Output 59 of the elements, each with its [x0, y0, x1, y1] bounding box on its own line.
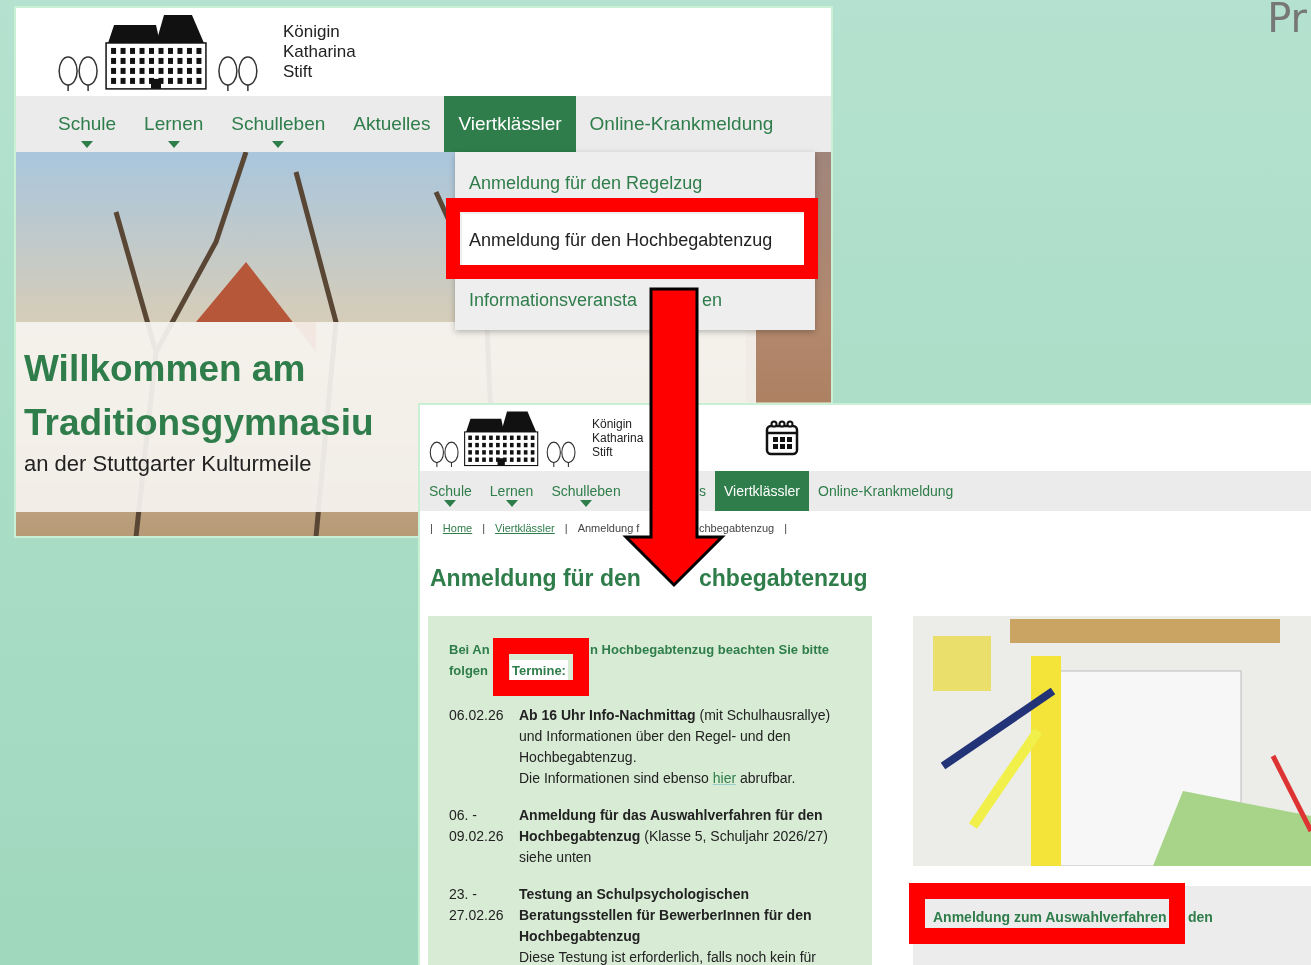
- hero-title: Traditionsgymnasiu: [24, 400, 374, 445]
- nav-item[interactable]: Lernen: [130, 96, 218, 152]
- caret-icon: [444, 500, 457, 507]
- event-description: Ab 16 Uhr Info-Nachmittag (mit Schulhausrallye) und Informationen über den Regel- und den Hochbegabtenzug.: [519, 706, 832, 767]
- nav-item[interactable]: Schule: [44, 96, 131, 152]
- intro-text: n Hochbegabtenzug beachten Sie bitte: [590, 641, 830, 659]
- brand-text: Katharina: [592, 430, 644, 446]
- nav-item[interactable]: Online-Krankmeldung: [575, 96, 788, 152]
- menu-item[interactable]: Informationsveransta: [469, 289, 649, 311]
- registration-link[interactable]: den: [1188, 909, 1213, 965]
- nav-item[interactable]: Lernen: [480, 471, 543, 511]
- event-note: siehe unten: [519, 848, 593, 867]
- breadcrumb-separator: |: [564, 522, 568, 534]
- brand-text: Katharina: [283, 41, 356, 62]
- breadcrumb-separator: |: [784, 522, 788, 534]
- date-text: 06.02.26: [449, 706, 505, 725]
- nav-item[interactable]: Viertklässler: [715, 471, 809, 511]
- breadcrumb-current: chbegabtenzug: [699, 522, 775, 534]
- breadcrumb-separator: |: [482, 522, 486, 534]
- page-title: Anmeldung für den: [430, 565, 642, 593]
- brand-text: Königin: [283, 21, 340, 42]
- nav-item[interactable]: Schulleben: [542, 471, 630, 511]
- menu-item[interactable]: en: [702, 289, 723, 311]
- menu-item[interactable]: Anmeldung für den Hochbegabtenzug: [462, 214, 806, 267]
- brand-text: Stift: [283, 62, 313, 83]
- caret-icon: [272, 141, 285, 148]
- intro-text: Bei An: [449, 641, 491, 659]
- event-description: Anmeldung für das Auswahlverfahren für den Hochbegabtenzug (Klasse 5, Schuljahr 2026/27): [519, 806, 829, 846]
- registration-link[interactable]: Anmeldung zum Auswahlverfahren: [933, 909, 1169, 965]
- menu-item[interactable]: Anmeldung für den Regelzug: [469, 172, 703, 194]
- nav-item[interactable]: s: [699, 471, 715, 511]
- here-link[interactable]: hier: [712, 770, 737, 786]
- nav-item[interactable]: Online-Krankmeldung: [809, 471, 963, 511]
- highlighted-text: Termine:: [510, 660, 568, 681]
- event-note: Die Informationen sind ebenso hier abrufbar.: [519, 769, 797, 788]
- caret-icon: [167, 141, 180, 148]
- event-description: Testung an Schulpsychologischen Beratungsstellen für BewerberInnen für den Hochbegabtenzug: [519, 885, 813, 946]
- hero-subtitle: an der Stuttgarter Kulturmeile: [24, 451, 312, 478]
- nav-item[interactable]: Schulleben: [217, 96, 340, 152]
- breadcrumb-current: Anmeldung f: [577, 522, 640, 534]
- nav-item[interactable]: Aktuelles: [339, 96, 445, 152]
- caret-icon: [505, 500, 518, 507]
- page-title: chbegabtenzug: [699, 565, 868, 593]
- hero-title: Willkommen am: [24, 347, 306, 391]
- caret-icon: [580, 500, 593, 507]
- breadcrumb-link[interactable]: Viertklässler: [495, 522, 555, 534]
- event-note: Diese Testung ist erforderlich, falls noch kein für: [519, 948, 817, 965]
- brand-text: Stift: [592, 445, 613, 460]
- nav-item[interactable]: Viertklässler: [444, 96, 576, 152]
- breadcrumb-link[interactable]: Home: [442, 522, 473, 534]
- date-text: 06. - 09.02.26: [449, 806, 505, 846]
- brand-text: Königin: [592, 416, 633, 431]
- nav-item[interactable]: Schule: [420, 471, 481, 511]
- intro-text: folgen: [449, 662, 489, 680]
- breadcrumb-separator: |: [430, 522, 433, 534]
- calendar-icon[interactable]: [765, 420, 800, 456]
- date-text: 23. - 27.02.26: [449, 885, 505, 925]
- slide-title: Pr: [1267, 0, 1307, 38]
- caret-icon: [81, 141, 94, 148]
